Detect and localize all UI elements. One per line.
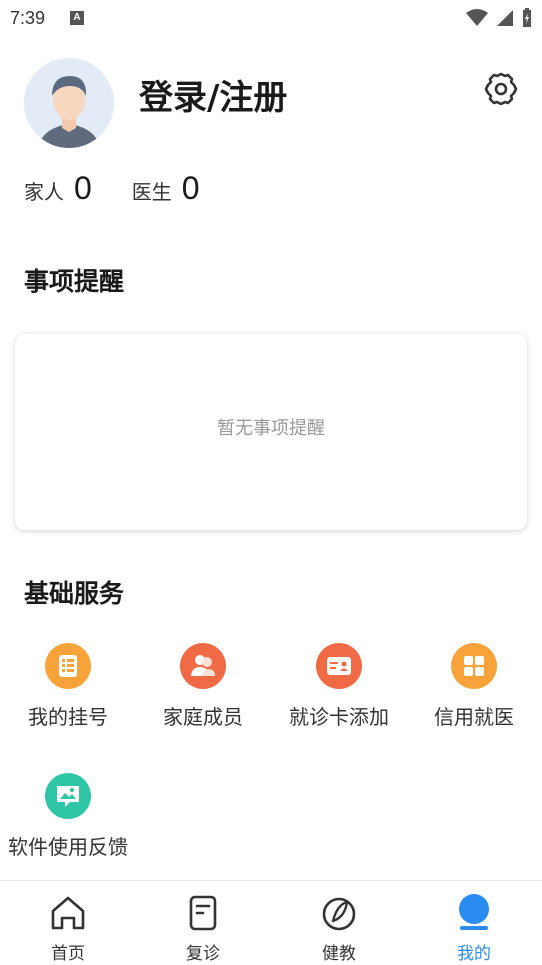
tab-label: 健教 <box>322 944 356 964</box>
tab-health-education[interactable]: 健教 <box>299 893 379 964</box>
tab-revisit[interactable]: 复诊 <box>163 893 243 964</box>
service-label: 我的挂号 <box>28 705 108 729</box>
tab-label: 复诊 <box>186 944 220 964</box>
notification-a-icon: A <box>70 11 84 25</box>
service-label: 家庭成员 <box>163 705 243 729</box>
status-bar: 7:39 A <box>0 0 542 36</box>
avatar[interactable] <box>24 58 114 148</box>
tab-label: 首页 <box>51 944 85 964</box>
tab-home[interactable]: 首页 <box>28 893 108 964</box>
tab-mine[interactable]: 我的 <box>434 893 514 964</box>
grid-icon <box>451 643 497 689</box>
stat-doctor[interactable]: 医生 0 <box>132 170 200 207</box>
stat-value: 0 <box>74 170 92 206</box>
signal-icon <box>497 10 513 26</box>
stat-value: 0 <box>181 170 200 206</box>
home-icon <box>51 896 85 930</box>
stats-row: 家人 0 医生 0 <box>24 170 240 207</box>
tab-label: 我的 <box>457 944 491 964</box>
feedback-icon <box>45 773 91 819</box>
reminders-empty-text: 暂无事项提醒 <box>217 418 325 439</box>
reminders-title: 事项提醒 <box>24 267 125 296</box>
service-feedback[interactable]: 软件使用反馈 <box>0 773 136 860</box>
list-icon <box>45 643 91 689</box>
battery-icon <box>523 8 531 27</box>
revisit-icon <box>189 895 217 931</box>
service-my-registration[interactable]: 我的挂号 <box>0 643 136 730</box>
status-time: 7:39 <box>10 8 46 28</box>
health-icon <box>322 897 356 931</box>
stat-family[interactable]: 家人 0 <box>24 170 92 207</box>
service-label: 就诊卡添加 <box>289 705 389 729</box>
wifi-icon <box>466 9 488 26</box>
people-icon <box>180 643 226 689</box>
bottom-tab-bar: 首页 复诊 健教 我的 <box>0 880 542 965</box>
service-label: 软件使用反馈 <box>8 835 128 859</box>
service-label: 信用就医 <box>434 705 514 729</box>
services-title: 基础服务 <box>24 579 125 608</box>
stat-label: 家人 <box>24 180 64 204</box>
stat-label: 医生 <box>131 180 172 204</box>
avatar-placeholder-icon <box>24 58 114 148</box>
settings-gear-icon[interactable] <box>483 71 519 107</box>
reminders-card: 暂无事项提醒 <box>15 334 527 530</box>
service-add-card[interactable]: 就诊卡添加 <box>271 643 407 730</box>
login-register-link[interactable]: 登录/注册 <box>139 70 287 119</box>
profile-icon <box>459 894 489 930</box>
service-family-members[interactable]: 家庭成员 <box>135 643 271 730</box>
status-icons <box>466 8 532 28</box>
card-icon <box>316 643 362 689</box>
service-credit-medical[interactable]: 信用就医 <box>406 643 542 730</box>
